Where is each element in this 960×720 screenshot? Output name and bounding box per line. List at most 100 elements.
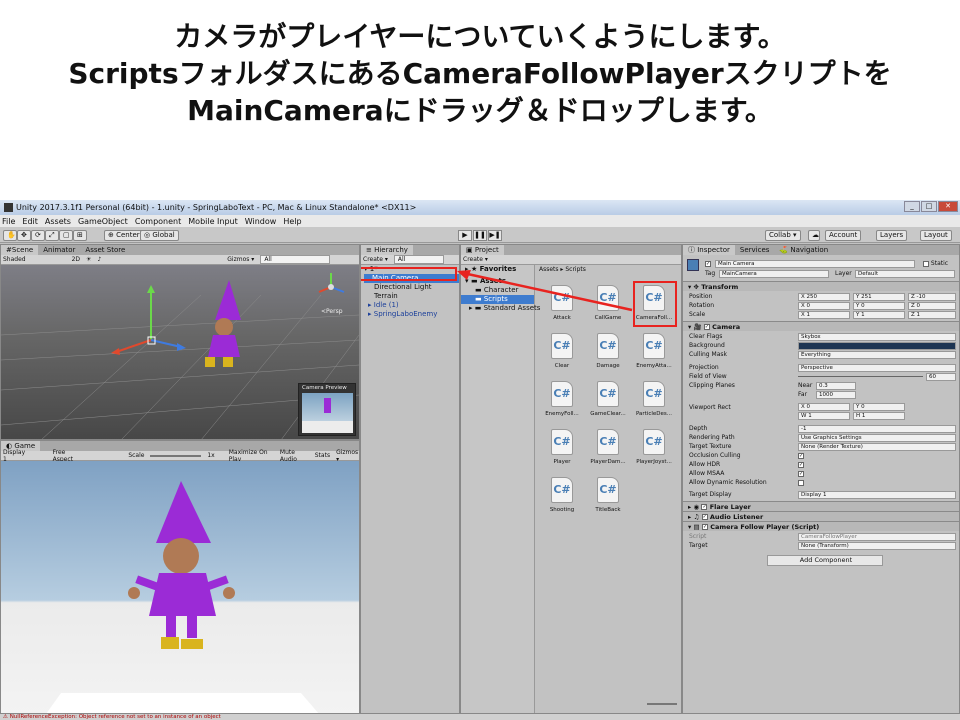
scene-viewport[interactable]: <Persp Camera Preview	[1, 265, 359, 439]
window-titlebar[interactable]: Unity 2017.3.1f1 Personal (64bit) - 1.un…	[0, 200, 960, 215]
dynamic-resolution-checkbox[interactable]	[798, 480, 804, 486]
clear-flags-dropdown[interactable]: Skybox	[798, 333, 956, 341]
tab-animator[interactable]: Animator	[38, 245, 80, 255]
hierarchy-item-enemy[interactable]: ▸ SpringLaboEnemy	[364, 310, 459, 319]
viewport-y[interactable]: Y 0	[853, 403, 905, 411]
audio-listener-header[interactable]: ▸ ♫ ✓ Audio Listener	[683, 511, 959, 521]
scale-z[interactable]: Z 1	[908, 311, 956, 319]
static-toggle[interactable]: Static	[923, 260, 948, 267]
position-x[interactable]: X 250	[798, 293, 850, 301]
pivot-center-button[interactable]: ⊕ Center	[104, 230, 144, 241]
depth-field[interactable]: -1	[798, 425, 956, 433]
menu-gameobject[interactable]: GameObject	[78, 217, 128, 226]
account-button[interactable]: Account	[825, 230, 862, 241]
cloud-icon[interactable]: ☁	[808, 230, 820, 241]
background-color-swatch[interactable]	[798, 342, 956, 350]
menu-edit[interactable]: Edit	[22, 217, 38, 226]
rect-tool-icon[interactable]: ▢	[59, 230, 73, 241]
menu-component[interactable]: Component	[135, 217, 181, 226]
target-texture-field[interactable]: None (Render Texture)	[798, 443, 956, 451]
hand-tool-icon[interactable]: ✋	[3, 230, 17, 241]
transform-tool-icon[interactable]: ⊞	[73, 230, 87, 241]
active-checkbox[interactable]: ✓	[705, 261, 711, 267]
add-component-button[interactable]: Add Component	[767, 555, 883, 566]
projection-dropdown[interactable]: Perspective	[798, 364, 956, 372]
play-button[interactable]: ▶	[458, 230, 472, 241]
script-game-clear[interactable]: C# GameClear...	[589, 381, 627, 417]
icon-size-slider[interactable]	[647, 703, 677, 705]
x-axis-handle[interactable]	[115, 339, 152, 353]
rotation-y[interactable]: Y 0	[853, 302, 905, 310]
tab-scene[interactable]: #Scene	[1, 245, 39, 255]
allow-msaa-checkbox[interactable]: ✓	[798, 471, 804, 477]
orientation-gizmo-icon[interactable]	[318, 273, 345, 293]
hierarchy-create-button[interactable]: Create ▾	[363, 256, 388, 263]
shading-dropdown[interactable]: Shaded	[3, 256, 26, 263]
hierarchy-item-idle[interactable]: ▸ Idle (1)	[364, 301, 459, 310]
occlusion-culling-checkbox[interactable]: ✓	[798, 453, 804, 459]
hierarchy-item-directional-light[interactable]: Directional Light	[364, 283, 459, 292]
far-field[interactable]: 1000	[816, 391, 856, 399]
rotation-z[interactable]: Z 0	[908, 302, 956, 310]
position-z[interactable]: Z -10	[908, 293, 956, 301]
hierarchy-search-input[interactable]: All	[393, 255, 444, 264]
script-damage[interactable]: C# Damage	[589, 333, 627, 369]
tab-hierarchy[interactable]: ≡ Hierarchy	[361, 245, 413, 255]
scale-tool-icon[interactable]: ⤢	[45, 230, 59, 241]
target-display-dropdown[interactable]: Display 1	[798, 491, 956, 499]
viewport-h[interactable]: H 1	[853, 412, 905, 420]
tab-navigation[interactable]: ⛳ Navigation	[774, 245, 833, 255]
script-enemy-follow[interactable]: C# EnemyFoll...	[543, 381, 581, 417]
script-shooting[interactable]: C# Shooting	[543, 477, 581, 513]
collab-button[interactable]: Collab ▾	[765, 230, 801, 241]
script-particle-destroy[interactable]: C# ParticleDes...	[635, 381, 673, 417]
light-toggle-icon[interactable]: ☀	[86, 256, 91, 263]
menu-file[interactable]: File	[2, 217, 15, 226]
culling-mask-dropdown[interactable]: Everything	[798, 351, 956, 359]
menu-window[interactable]: Window	[245, 217, 277, 226]
menu-mobile-input[interactable]: Mobile Input	[188, 217, 238, 226]
viewport-w[interactable]: W 1	[798, 412, 850, 420]
viewport-x[interactable]: X 0	[798, 403, 850, 411]
scale-y[interactable]: Y 1	[853, 311, 905, 319]
rendering-path-dropdown[interactable]: Use Graphics Settings	[798, 434, 956, 442]
pause-button[interactable]: ❚❚	[473, 230, 487, 241]
rotation-x[interactable]: X 0	[798, 302, 850, 310]
menu-help[interactable]: Help	[283, 217, 301, 226]
script-clear[interactable]: C# Clear	[543, 333, 581, 369]
tab-services[interactable]: Services	[735, 245, 775, 255]
project-create-button[interactable]: Create ▾	[463, 256, 488, 263]
script-title-back[interactable]: C# TitleBack	[589, 477, 627, 513]
layers-button[interactable]: Layers	[876, 230, 908, 241]
position-y[interactable]: Y 251	[853, 293, 905, 301]
script-player[interactable]: C# Player	[543, 429, 581, 465]
camera-header[interactable]: ▾ 🎥 ✓ Camera	[683, 321, 959, 331]
console-error-bar[interactable]: ⚠ NullReferenceException: Object referen…	[0, 714, 960, 720]
scale-slider[interactable]	[150, 454, 202, 457]
layout-button[interactable]: Layout	[920, 230, 952, 241]
persp-label[interactable]: <Persp	[321, 308, 343, 315]
fov-value[interactable]: 60	[926, 373, 956, 381]
allow-hdr-checkbox[interactable]: ✓	[798, 462, 804, 468]
move-tool-icon[interactable]: ✥	[17, 230, 31, 241]
tab-project[interactable]: ▣ Project	[461, 245, 504, 255]
menu-assets[interactable]: Assets	[45, 217, 71, 226]
script-player-joystick[interactable]: C# PlayerJoyst...	[635, 429, 673, 465]
script-player-damage[interactable]: C# PlayerDam...	[589, 429, 627, 465]
minimize-button[interactable]: _	[904, 201, 920, 212]
near-field[interactable]: 0.3	[816, 382, 856, 390]
toggle-2d-button[interactable]: 2D	[72, 256, 80, 263]
transform-header[interactable]: ▾ ✥ Transform	[683, 281, 959, 291]
audio-toggle-icon[interactable]: ♪	[97, 256, 101, 263]
fov-slider[interactable]	[798, 376, 923, 377]
flare-layer-header[interactable]: ▸ ◉ ✓ Flare Layer	[683, 501, 959, 511]
target-field[interactable]: None (Transform)	[798, 542, 956, 550]
script-enemy-attack[interactable]: C# EnemyAtta...	[635, 333, 673, 369]
stats-toggle[interactable]: Stats	[315, 452, 330, 459]
rotate-tool-icon[interactable]: ⟳	[31, 230, 45, 241]
object-name-field[interactable]: Main Camera	[715, 260, 915, 268]
scene-gizmos-dropdown[interactable]: Gizmos ▾	[227, 256, 254, 263]
hierarchy-item-terrain[interactable]: Terrain	[364, 292, 459, 301]
step-button[interactable]: ▶❚	[488, 230, 502, 241]
tab-asset-store[interactable]: Asset Store	[80, 245, 130, 255]
